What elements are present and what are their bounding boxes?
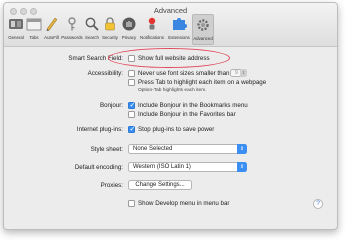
encoding-label: Default encoding:	[74, 164, 123, 171]
min-font-size-select[interactable]: 9 ⇕	[230, 69, 247, 77]
puzzle-icon	[173, 18, 187, 30]
tab-highlight-label: Press Tab to highlight each item on a we…	[138, 79, 267, 86]
stylesheet-select[interactable]: None Selected ⇕	[128, 144, 247, 154]
toolbar-item-autofill[interactable]: AutoFill	[42, 14, 61, 45]
bonjour-label: Bonjour:	[99, 102, 123, 109]
bonjour-bookmarks-label: Include Bonjour in the Bookmarks menu	[138, 102, 248, 109]
bonjour-bookmarks-checkbox[interactable]	[128, 101, 135, 109]
min-font-size-checkbox[interactable]	[128, 70, 135, 77]
advanced-settings-panel: Smart Search Field: Show full website ad…	[4, 47, 337, 229]
stop-plugins-checkbox[interactable]	[128, 125, 135, 133]
plugins-label: Internet plug-ins:	[76, 126, 123, 133]
preferences-window: Advanced General Tabs AutoFill Passwords…	[3, 2, 338, 230]
toolbar-item-notifications[interactable]: Notifications	[138, 14, 166, 45]
min-font-size-label: Never use font sizes smaller than	[138, 70, 230, 77]
key-icon	[68, 17, 76, 31]
hand-icon	[122, 17, 136, 31]
show-develop-menu-label: Show Develop menu in menu bar	[138, 200, 230, 207]
stylesheet-label: Style sheet:	[90, 146, 123, 153]
toolbar-item-extensions[interactable]: Extensions	[167, 14, 191, 45]
popup-arrows-icon: ⇕	[237, 162, 247, 172]
tabs-icon	[26, 18, 42, 31]
title-bar: Advanced General Tabs AutoFill Passwords…	[4, 3, 337, 47]
magnifier-icon	[85, 17, 99, 31]
help-button[interactable]: ?	[313, 199, 323, 209]
general-switch-icon	[9, 19, 23, 29]
show-develop-menu-checkbox[interactable]	[128, 200, 135, 207]
gear-icon	[197, 19, 209, 31]
toolbar-item-passwords[interactable]: Passwords	[61, 14, 83, 45]
stop-plugins-label: Stop plug-ins to save power	[138, 126, 215, 133]
padlock-icon	[105, 17, 115, 31]
toolbar-item-general[interactable]: General	[6, 14, 26, 45]
toolbar-item-tabs[interactable]: Tabs	[26, 14, 42, 45]
stepper-arrows-icon: ⇕	[240, 69, 247, 77]
bonjour-favorites-checkbox[interactable]	[128, 111, 135, 118]
toolbar-item-advanced[interactable]: Advanced	[192, 14, 214, 45]
bonjour-favorites-label: Include Bonjour in the Favorites bar	[138, 111, 236, 118]
accessibility-label: Accessibility:	[87, 70, 123, 77]
pencil-icon	[46, 17, 57, 31]
change-proxy-settings-button[interactable]: Change Settings...	[128, 180, 192, 190]
proxies-label: Proxies:	[100, 182, 123, 189]
bell-icon	[148, 17, 156, 30]
toolbar-item-security[interactable]: Security	[100, 14, 120, 45]
tab-highlight-checkbox[interactable]	[128, 79, 135, 86]
tab-highlight-note: Option-Tab highlights each item.	[138, 88, 207, 93]
preferences-toolbar: General Tabs AutoFill Passwords Search S…	[4, 14, 337, 46]
popup-arrows-icon: ⇕	[237, 144, 247, 154]
toolbar-item-privacy[interactable]: Privacy	[120, 14, 138, 45]
encoding-select[interactable]: Western (ISO Latin 1) ⇕	[128, 162, 247, 172]
toolbar-item-search[interactable]: Search	[84, 14, 100, 45]
highlight-circle	[108, 48, 230, 68]
